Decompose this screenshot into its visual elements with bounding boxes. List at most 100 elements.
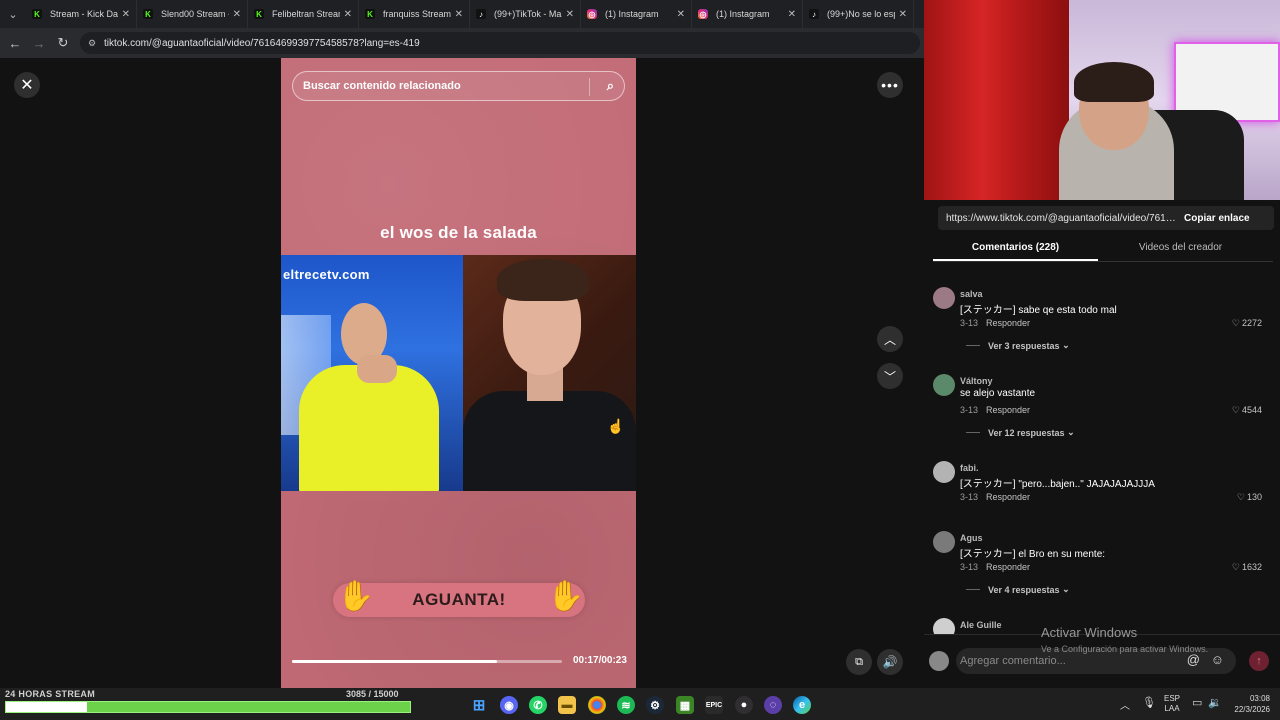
close-button[interactable]: ✕: [14, 72, 40, 98]
like-button[interactable]: ♡ 2272: [1232, 318, 1262, 329]
reply-button[interactable]: Responder: [986, 405, 1030, 415]
steam-icon[interactable]: ⚙: [646, 696, 664, 714]
avatar[interactable]: [933, 287, 955, 309]
close-tab-icon[interactable]: ✕: [677, 9, 685, 20]
reload-icon[interactable]: ↻: [51, 28, 75, 58]
spotify-icon[interactable]: ≋: [617, 696, 635, 714]
browser-toolbar: ← → ↻ ⚙ tiktok.com/@aguantaoficial/video…: [0, 28, 924, 58]
copy-link-button[interactable]: Copiar enlace: [1184, 213, 1250, 224]
chrome-icon[interactable]: [588, 696, 606, 714]
tab-comments[interactable]: Comentarios (228): [933, 234, 1098, 261]
address-bar[interactable]: ⚙ tiktok.com/@aguantaoficial/video/76164…: [80, 32, 920, 54]
browser-tab[interactable]: Kfranquiss Stream ✕: [359, 0, 470, 28]
instagram-icon: ◎: [698, 9, 708, 19]
system-clock[interactable]: 03:08 22/3/2026: [1226, 693, 1270, 715]
view-replies-button[interactable]: Ver 3 respuestas ⌄: [966, 340, 1070, 351]
display-icon[interactable]: ▭: [1192, 696, 1202, 709]
back-arrow-icon[interactable]: ←: [3, 28, 27, 58]
tiktok-video-page: ✕ ••• ︿ ﹀ ⧉ 🔊 Buscar contenido relaciona…: [0, 58, 924, 688]
close-tab-icon[interactable]: ✕: [566, 9, 574, 20]
close-tab-icon[interactable]: ✕: [899, 9, 907, 20]
like-count: 2272: [1241, 318, 1262, 328]
previous-video-button[interactable]: ︿: [877, 326, 903, 352]
reply-button[interactable]: Responder: [986, 562, 1030, 572]
kick-icon: K: [365, 9, 375, 19]
comment-text: se alejo vastante: [960, 388, 1036, 399]
send-comment-button[interactable]: ↑: [1249, 651, 1269, 671]
video-player[interactable]: Buscar contenido relacionado ⌕ el wos de…: [281, 58, 636, 688]
microphone-icon[interactable]: 🎙: [1142, 696, 1156, 709]
browser-tab[interactable]: KFelibeltran Stream - Kick✕: [248, 0, 359, 28]
epic-games-icon[interactable]: EPIC: [705, 696, 723, 714]
browser-tab[interactable]: KStream - Kick Dashboard✕: [26, 0, 137, 28]
discord-icon[interactable]: ◉: [500, 696, 518, 714]
whatsapp-icon[interactable]: ✆: [529, 696, 547, 714]
forward-arrow-icon[interactable]: →: [27, 28, 51, 58]
more-options-button[interactable]: •••: [877, 72, 903, 98]
share-link-url[interactable]: https://www.tiktok.com/@aguantaoficial/v…: [938, 213, 1178, 224]
search-icon[interactable]: ⌕: [607, 78, 614, 94]
obs-icon[interactable]: ●: [735, 696, 753, 714]
browser-tab[interactable]: ♪(99+)TikTok - Make Your Day✕: [470, 0, 581, 28]
comment-username[interactable]: Agus: [960, 533, 983, 543]
search-placeholder: Buscar contenido relacionado: [303, 80, 461, 92]
speaker-icon: 🔊: [882, 655, 898, 669]
close-tab-icon[interactable]: ✕: [788, 9, 796, 20]
close-tab-icon[interactable]: ✕: [233, 9, 241, 20]
like-button[interactable]: ♡ 130: [1237, 492, 1262, 503]
picture-in-picture-button[interactable]: ⧉: [846, 649, 872, 675]
stream-goal-overlay: 24 HORAS STREAM 3085 / 15000: [3, 688, 411, 716]
chevron-down-icon: ⌄: [1067, 427, 1075, 437]
view-replies-button[interactable]: Ver 4 respuestas ⌄: [966, 584, 1070, 595]
file-explorer-icon[interactable]: ▬: [558, 696, 576, 714]
comment-username[interactable]: Váltony: [960, 376, 993, 386]
avatar[interactable]: [933, 531, 955, 553]
like-button[interactable]: ♡ 4544: [1232, 405, 1262, 416]
arrow-up-icon: ↑: [1256, 655, 1262, 667]
avatar[interactable]: [933, 461, 955, 483]
comment-username[interactable]: fabi.: [960, 463, 979, 473]
site-info-icon[interactable]: ⚙: [88, 38, 98, 48]
tab-search-chevron-icon[interactable]: ⌄: [0, 0, 26, 28]
chevron-down-icon: ⌄: [1062, 584, 1070, 594]
view-replies-button[interactable]: Ver 12 respuestas ⌄: [966, 427, 1075, 438]
view-replies-label: Ver 4 respuestas: [988, 584, 1060, 595]
browser-tab[interactable]: ◎ (1) Instagram ✕: [692, 0, 803, 28]
next-video-button[interactable]: ﹀: [877, 363, 903, 389]
tab-creator-videos[interactable]: Videos del creador: [1098, 234, 1263, 261]
mention-icon[interactable]: @: [1187, 652, 1200, 667]
reply-divider: [966, 432, 980, 433]
comment-username[interactable]: Ale Guille: [960, 620, 1002, 630]
close-tab-icon[interactable]: ✕: [455, 9, 463, 20]
url-text: tiktok.com/@aguantaoficial/video/7616469…: [104, 37, 420, 49]
clip-left-person: eltrecetv.com: [281, 255, 463, 491]
windows-start-icon[interactable]: ⊞: [470, 696, 488, 714]
emoji-icon[interactable]: ☺: [1211, 652, 1224, 667]
avatar[interactable]: [933, 374, 955, 396]
related-search-input[interactable]: Buscar contenido relacionado ⌕: [292, 71, 625, 101]
person-hair: [497, 259, 589, 301]
instagram-icon: ◎: [587, 9, 597, 19]
close-tab-icon[interactable]: ✕: [122, 9, 130, 20]
comment-username[interactable]: salva: [960, 289, 983, 299]
browser-tab-active[interactable]: ♪(99+)No se lo esperaba✕: [803, 0, 914, 28]
tray-chevron-up-icon[interactable]: ︿: [1120, 697, 1130, 712]
browser-tab[interactable]: KSlend00 Stream - Kick✕: [137, 0, 248, 28]
comment-date: 3-13: [960, 562, 979, 572]
share-link-row: https://www.tiktok.com/@aguantaoficial/v…: [938, 206, 1274, 230]
language-indicator[interactable]: ESP LAA: [1164, 694, 1180, 714]
volume-icon[interactable]: 🔉: [1208, 696, 1222, 709]
volume-button[interactable]: 🔊: [877, 649, 903, 675]
video-progress-bar[interactable]: [292, 660, 562, 663]
reply-button[interactable]: Responder: [986, 492, 1030, 502]
close-tab-icon[interactable]: ✕: [344, 9, 352, 20]
edge-icon[interactable]: e: [793, 696, 811, 714]
reply-button[interactable]: Responder: [986, 318, 1030, 328]
language-code: ESP: [1164, 694, 1181, 703]
browser-tab[interactable]: ◎ (1) Instagram ✕: [581, 0, 692, 28]
like-button[interactable]: ♡ 1632: [1232, 562, 1262, 573]
app-icon[interactable]: ◌: [764, 696, 782, 714]
minecraft-icon[interactable]: ▦: [676, 696, 694, 714]
reply-divider: [966, 589, 980, 590]
avatar[interactable]: [933, 618, 955, 634]
